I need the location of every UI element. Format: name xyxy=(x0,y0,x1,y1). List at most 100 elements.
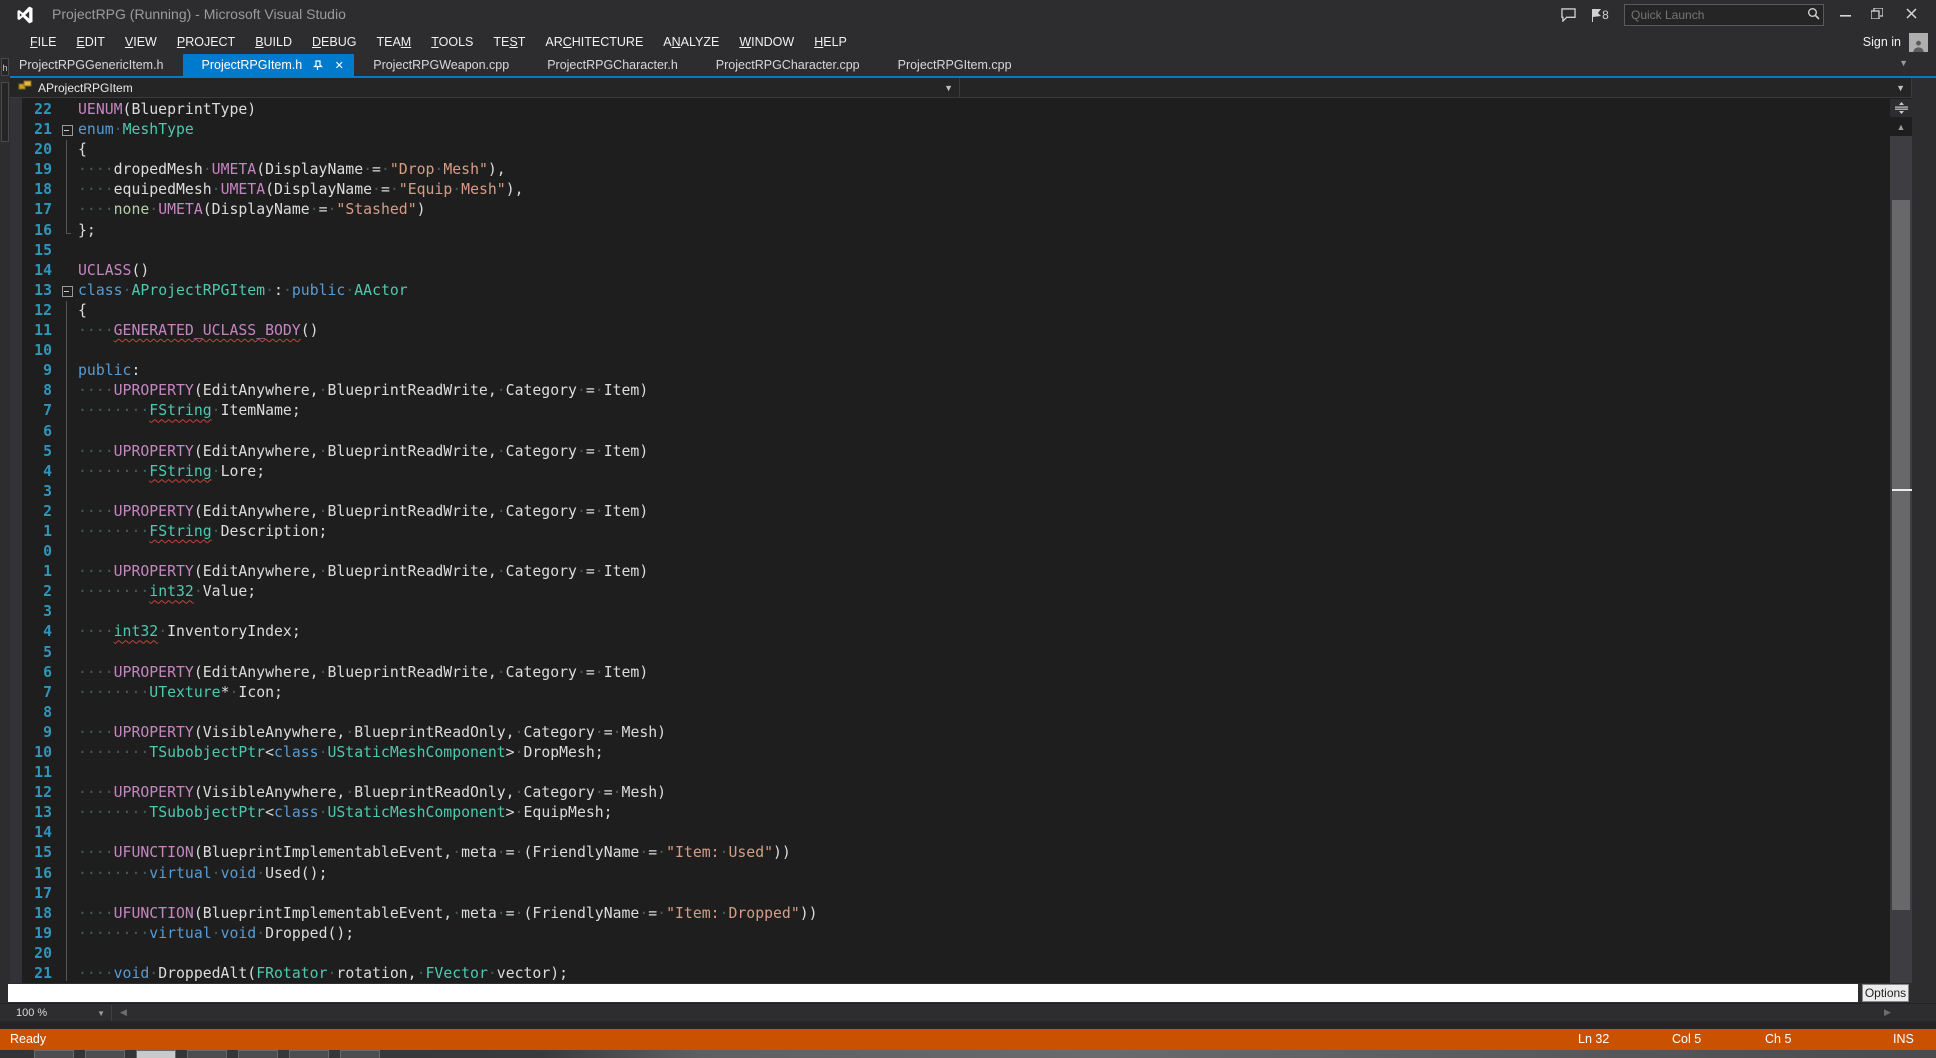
menu-item-edit[interactable]: EDIT xyxy=(66,32,114,52)
code-line[interactable]: 14UCLASS() xyxy=(22,261,1884,281)
zoom-control[interactable]: 100 % ▼ xyxy=(8,1005,112,1021)
pin-icon[interactable] xyxy=(310,60,324,71)
code-line[interactable]: 22UENUM(BlueprintType) xyxy=(22,100,1884,120)
code-line[interactable]: 14 xyxy=(22,823,1884,843)
code-line[interactable]: 4········FString·Lore; xyxy=(22,462,1884,482)
code-line[interactable]: 16········virtual·void·Used(); xyxy=(22,864,1884,884)
taskbar-button[interactable] xyxy=(136,1050,176,1058)
code-line[interactable]: 15····UFUNCTION(BlueprintImplementableEv… xyxy=(22,843,1884,863)
fold-collapse-icon[interactable] xyxy=(58,120,78,140)
code-line[interactable]: 20{ xyxy=(22,140,1884,160)
tab-ProjectRPGCharacter.h[interactable]: ProjectRPGCharacter.h xyxy=(528,54,697,76)
code-line[interactable]: 2····UPROPERTY(EditAnywhere,·BlueprintRe… xyxy=(22,502,1884,522)
find-input[interactable] xyxy=(8,984,1858,1002)
code-line[interactable]: 20 xyxy=(22,944,1884,964)
collapsed-tool-window-tab[interactable]: h xyxy=(1,58,9,76)
code-line[interactable]: 9public: xyxy=(22,361,1884,381)
code-line[interactable]: 12{ xyxy=(22,301,1884,321)
code-line[interactable]: 19····dropedMesh·UMETA(DisplayName·=·"Dr… xyxy=(22,160,1884,180)
menu-item-test[interactable]: TEST xyxy=(483,32,535,52)
code-line[interactable]: 11····GENERATED_UCLASS_BODY() xyxy=(22,321,1884,341)
restore-button[interactable] xyxy=(1862,0,1892,26)
tab-ProjectRPGItem.h[interactable]: ProjectRPGItem.h✕ xyxy=(183,54,355,76)
tab-ProjectRPGItem.cpp[interactable]: ProjectRPGItem.cpp xyxy=(879,54,1031,76)
tab-ProjectRPGCharacter.cpp[interactable]: ProjectRPGCharacter.cpp xyxy=(697,54,879,76)
menu-item-project[interactable]: PROJECT xyxy=(167,32,245,52)
taskbar-button[interactable] xyxy=(289,1050,329,1058)
taskbar-button[interactable] xyxy=(340,1050,380,1058)
code-editor[interactable]: h 22UENUM(BlueprintType)21enum·MeshType2… xyxy=(0,98,1936,983)
code-line[interactable]: 13class·AProjectRPGItem·:·public·AActor xyxy=(22,281,1884,301)
code-line[interactable]: 18····UFUNCTION(BlueprintImplementableEv… xyxy=(22,904,1884,924)
menu-item-team[interactable]: TEAM xyxy=(366,32,421,52)
taskbar-button[interactable] xyxy=(34,1050,74,1058)
menu-item-window[interactable]: WINDOW xyxy=(729,32,804,52)
code-line[interactable]: 21····void·DroppedAlt(FRotator·rotation,… xyxy=(22,964,1884,981)
taskbar-button[interactable] xyxy=(238,1050,278,1058)
scroll-up-arrow[interactable]: ▲ xyxy=(1890,120,1912,134)
code-line[interactable]: 19········virtual·void·Dropped(); xyxy=(22,924,1884,944)
menu-item-file[interactable]: FILE xyxy=(20,32,66,52)
code-line[interactable]: 2········int32·Value; xyxy=(22,582,1884,602)
code-line[interactable]: 10 xyxy=(22,341,1884,361)
code-line[interactable]: 8····UPROPERTY(EditAnywhere,·BlueprintRe… xyxy=(22,381,1884,401)
code-line[interactable]: 5····UPROPERTY(EditAnywhere,·BlueprintRe… xyxy=(22,442,1884,462)
feedback-icon[interactable] xyxy=(1556,4,1580,26)
user-avatar-icon[interactable] xyxy=(1909,33,1928,52)
toolbar-overflow-icon[interactable]: ▼ xyxy=(1899,58,1908,68)
taskbar-button[interactable] xyxy=(187,1050,227,1058)
menu-item-build[interactable]: BUILD xyxy=(245,32,302,52)
code-line[interactable]: 15 xyxy=(22,241,1884,261)
code-line[interactable]: 6 xyxy=(22,422,1884,442)
types-dropdown[interactable]: AProjectRPGItem ▼ xyxy=(10,78,960,97)
close-button[interactable] xyxy=(1896,0,1926,26)
code-line[interactable]: 3 xyxy=(22,602,1884,622)
code-line[interactable]: 12····UPROPERTY(VisibleAnywhere,·Bluepri… xyxy=(22,783,1884,803)
code-line[interactable]: 13········TSubobjectPtr<class·UStaticMes… xyxy=(22,803,1884,823)
code-line[interactable]: 9····UPROPERTY(VisibleAnywhere,·Blueprin… xyxy=(22,723,1884,743)
code-line[interactable]: 17····none·UMETA(DisplayName·=·"Stashed"… xyxy=(22,200,1884,220)
fold-collapse-icon[interactable] xyxy=(58,281,78,301)
scroll-left-arrow[interactable]: ◀ xyxy=(120,1007,127,1018)
search-icon[interactable] xyxy=(1803,7,1823,23)
code-lines[interactable]: 22UENUM(BlueprintType)21enum·MeshType20{… xyxy=(22,100,1884,981)
menu-item-architecture[interactable]: ARCHITECTURE xyxy=(535,32,653,52)
taskbar-button[interactable] xyxy=(85,1050,125,1058)
code-line[interactable]: 11 xyxy=(22,763,1884,783)
menu-item-tools[interactable]: TOOLS xyxy=(421,32,483,52)
minimize-button[interactable] xyxy=(1830,0,1860,26)
tab-ProjectRPGWeapon.cpp[interactable]: ProjectRPGWeapon.cpp xyxy=(354,54,528,76)
collapsed-tool-window-tab[interactable] xyxy=(1,82,9,142)
code-line[interactable]: 1····UPROPERTY(EditAnywhere,·BlueprintRe… xyxy=(22,562,1884,582)
code-line[interactable]: 7········UTexture*·Icon; xyxy=(22,683,1884,703)
sign-in-link[interactable]: Sign in xyxy=(1863,35,1901,49)
scrollbar-thumb[interactable] xyxy=(1892,200,1910,910)
menu-item-analyze[interactable]: ANALYZE xyxy=(653,32,729,52)
title-bar[interactable]: ProjectRPG (Running) - Microsoft Visual … xyxy=(0,0,1936,30)
code-line[interactable]: 5 xyxy=(22,643,1884,663)
vertical-scrollbar[interactable] xyxy=(1890,136,1912,983)
members-dropdown[interactable]: ▼ xyxy=(960,78,1912,97)
menu-item-debug[interactable]: DEBUG xyxy=(302,32,366,52)
options-button[interactable]: Options xyxy=(1862,984,1909,1002)
tab-ProjectRPGGenericItem.h[interactable]: ProjectRPGGenericItem.h xyxy=(0,54,183,76)
code-line[interactable]: 6····UPROPERTY(EditAnywhere,·BlueprintRe… xyxy=(22,663,1884,683)
code-line[interactable]: 4····int32·InventoryIndex; xyxy=(22,622,1884,642)
code-line[interactable]: 18····equipedMesh·UMETA(DisplayName·=·"E… xyxy=(22,180,1884,200)
quick-launch-input[interactable] xyxy=(1625,8,1803,22)
breakpoint-margin[interactable] xyxy=(10,98,22,983)
code-line[interactable]: 7········FString·ItemName; xyxy=(22,401,1884,421)
code-line[interactable]: 3 xyxy=(22,482,1884,502)
split-editor-handle[interactable] xyxy=(1890,99,1912,117)
code-line[interactable]: 10········TSubobjectPtr<class·UStaticMes… xyxy=(22,743,1884,763)
menu-item-help[interactable]: HELP xyxy=(804,32,857,52)
code-line[interactable]: 1········FString·Description; xyxy=(22,522,1884,542)
close-icon[interactable]: ✕ xyxy=(332,59,346,72)
scroll-right-arrow[interactable]: ▶ xyxy=(1884,1007,1891,1018)
notifications-flag-icon[interactable]: 8 xyxy=(1588,4,1612,26)
code-line[interactable]: 21enum·MeshType xyxy=(22,120,1884,140)
menu-item-view[interactable]: VIEW xyxy=(115,32,167,52)
code-line[interactable]: 16}; xyxy=(22,221,1884,241)
quick-launch-box[interactable] xyxy=(1624,4,1824,26)
code-line[interactable]: 17 xyxy=(22,884,1884,904)
